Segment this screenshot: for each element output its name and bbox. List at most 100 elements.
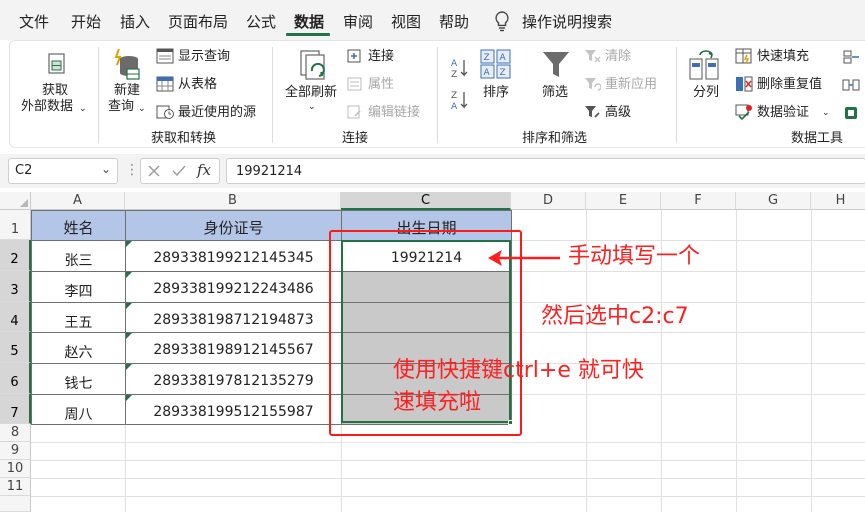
column-header-h[interactable]: H <box>811 192 865 210</box>
insert-function-icon[interactable]: fx <box>197 161 211 179</box>
cell-b2[interactable]: 289338199212145345 <box>125 240 342 272</box>
gridline <box>811 210 812 512</box>
column-header-b[interactable]: B <box>125 192 341 210</box>
cell-a3[interactable]: 李四 <box>31 271 126 303</box>
confirm-icon[interactable] <box>171 164 187 178</box>
menu-insert[interactable]: 插入 <box>120 11 150 32</box>
text-to-columns-button[interactable]: 分列 <box>693 85 719 101</box>
cell-a7[interactable]: 周八 <box>31 394 126 425</box>
cell-b6-value: 289338197812135279 <box>153 373 314 389</box>
remove-duplicates-button[interactable]: 删除重复值 <box>757 77 822 93</box>
cell-b4[interactable]: 289338198712194873 <box>125 302 342 333</box>
formula-input[interactable]: 19921214 <box>226 158 865 184</box>
column-header-f[interactable]: F <box>661 192 736 210</box>
text-number-warning-icon <box>126 333 132 339</box>
row-header-12[interactable] <box>0 496 31 512</box>
worksheet-grid[interactable]: A B C D E F G H 1 2 3 4 5 6 7 8 9 10 11 … <box>0 192 865 512</box>
chevron-down-icon[interactable]: ⌄ <box>101 162 111 176</box>
ribbon: 获取 外部数据 ⌄ 新建 查询 ⌄ 显示查询 从表格 最近使用的源 获取和转换 <box>9 40 865 148</box>
cell-c3[interactable] <box>341 271 512 303</box>
from-table-button[interactable]: 从表格 <box>178 77 217 93</box>
gridline <box>31 478 865 479</box>
sort-ascending-icon: A Z <box>451 59 468 79</box>
edit-links-button[interactable]: 编辑链接 <box>368 105 420 121</box>
row-header-5[interactable]: 5 <box>0 332 31 363</box>
sort-button[interactable]: 排序 <box>483 85 509 101</box>
reapply-button[interactable]: 重新应用 <box>605 77 657 93</box>
connections-button[interactable]: 连接 <box>368 49 394 65</box>
select-all-corner[interactable] <box>0 192 31 210</box>
gridline <box>31 442 865 443</box>
row-header-1[interactable]: 1 <box>0 210 31 240</box>
menu-formulas[interactable]: 公式 <box>246 11 276 32</box>
cell-b5[interactable]: 289338198912145567 <box>125 332 342 364</box>
cell-a4[interactable]: 王五 <box>31 302 126 333</box>
cell-c1[interactable]: 出生日期 <box>341 210 512 241</box>
cell-a1[interactable]: 姓名 <box>31 210 126 241</box>
cell-b7[interactable]: 289338199512155987 <box>125 394 342 425</box>
svg-text:Z: Z <box>484 53 490 63</box>
cell-b6[interactable]: 289338197812135279 <box>125 363 342 395</box>
column-header-c[interactable]: C <box>341 192 511 210</box>
menu-home[interactable]: 开始 <box>71 11 101 32</box>
formula-bar-grip-icon[interactable]: ⋮ <box>125 162 139 178</box>
chevron-down-icon: ⌄ <box>138 104 146 114</box>
gridline <box>511 240 865 241</box>
cell-b1[interactable]: 身份证号 <box>125 210 342 241</box>
reapply-icon <box>585 78 601 91</box>
row-header-10[interactable]: 10 <box>0 460 31 478</box>
properties-button[interactable]: 属性 <box>368 77 394 93</box>
column-header-d[interactable]: D <box>511 192 586 210</box>
menu-file[interactable]: 文件 <box>19 11 49 32</box>
menu-review[interactable]: 审阅 <box>343 11 373 32</box>
row-header-11[interactable]: 11 <box>0 478 31 496</box>
group-label-sort-filter: 排序和筛选 <box>522 131 588 146</box>
advanced-button[interactable]: 高级 <box>605 105 631 121</box>
cell-a6[interactable]: 钱七 <box>31 363 126 395</box>
row-header-8[interactable]: 8 <box>0 424 31 442</box>
formula-controls: fx <box>140 158 220 184</box>
data-validation-button[interactable]: 数据验证 <box>757 105 809 121</box>
name-box[interactable]: C2 ⌄ <box>8 158 118 184</box>
cell-b3-value: 289338199212243486 <box>153 281 314 297</box>
row-header-6[interactable]: 6 <box>0 363 31 394</box>
annotation-shortcut-line-1: 使用快捷键ctrl+e 就可快 <box>393 358 644 383</box>
filter-button[interactable]: 筛选 <box>542 85 568 101</box>
row-header-3[interactable]: 3 <box>0 271 31 302</box>
svg-text:A: A <box>500 53 507 63</box>
menu-data[interactable]: 数据 <box>294 11 324 32</box>
menu-bar: 文件 开始 插入 页面布局 公式 数据 审阅 视图 帮助 操作说明搜索 <box>0 0 865 40</box>
row-header-9[interactable]: 9 <box>0 442 31 460</box>
menu-page-layout[interactable]: 页面布局 <box>168 11 228 32</box>
column-header-g[interactable]: G <box>736 192 811 210</box>
flash-fill-icon <box>735 48 752 64</box>
cancel-icon[interactable] <box>147 164 161 178</box>
recent-sources-button[interactable]: 最近使用的源 <box>178 105 256 121</box>
flash-fill-button[interactable]: 快速填充 <box>757 49 809 65</box>
clear-filter-icon <box>585 50 601 63</box>
cell-a5[interactable]: 赵六 <box>31 332 126 364</box>
tell-me-search[interactable]: 操作说明搜索 <box>522 11 612 32</box>
refresh-all-icon <box>300 50 325 80</box>
cell-b3[interactable]: 289338199212243486 <box>125 271 342 303</box>
cell-a2[interactable]: 张三 <box>31 240 126 272</box>
column-header-a[interactable]: A <box>31 192 125 210</box>
menu-view[interactable]: 视图 <box>391 11 421 32</box>
menu-help[interactable]: 帮助 <box>439 11 469 32</box>
show-queries-button[interactable]: 显示查询 <box>178 49 230 65</box>
edit-links-icon <box>347 105 361 119</box>
row-header-7[interactable]: 7 <box>0 394 31 424</box>
clear-button[interactable]: 清除 <box>605 49 631 65</box>
remove-duplicates-icon <box>736 76 753 92</box>
row-header-4[interactable]: 4 <box>0 302 31 332</box>
text-to-columns-icon <box>689 50 719 80</box>
properties-icon <box>347 77 362 91</box>
sort-dialog-icon: Z A A Z <box>480 49 511 79</box>
cell-c4[interactable] <box>341 302 512 333</box>
get-external-data-label-2: 外部数据 <box>21 99 74 114</box>
column-header-e[interactable]: E <box>586 192 661 210</box>
annotation-manual-fill: 手动填写一个 <box>568 244 701 269</box>
row-header-2[interactable]: 2 <box>0 240 31 271</box>
fill-handle[interactable] <box>508 420 513 425</box>
text-number-warning-icon <box>126 241 132 247</box>
